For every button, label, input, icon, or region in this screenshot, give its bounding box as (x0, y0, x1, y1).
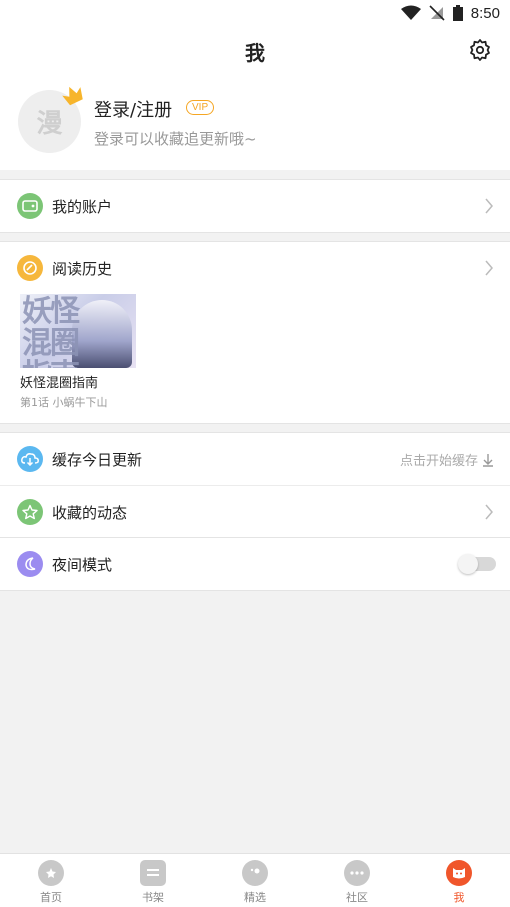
comic-title: 妖怪混圈指南 (20, 376, 99, 391)
status-time: 8:50 (470, 4, 500, 22)
tab-home-label: 首页 (40, 891, 62, 904)
community-icon (344, 860, 370, 886)
favorites-activity-row[interactable]: 收藏的动态 (0, 486, 510, 538)
tab-bookshelf-label: 书架 (142, 891, 164, 904)
bottom-tab-bar: 首页 书架 精选 社区 我 (0, 853, 510, 907)
night-mode-label: 夜间模式 (52, 556, 113, 574)
login-register-link[interactable]: 登录/注册 (94, 96, 172, 122)
night-mode-card: 夜间模式 (0, 537, 510, 591)
account-card: 我的账户 (0, 179, 510, 233)
no-signal-icon (429, 5, 445, 21)
my-account-row[interactable]: 我的账户 (0, 180, 510, 232)
reading-history-label: 阅读历史 (52, 260, 113, 278)
page-title: 我 (245, 41, 265, 65)
favorites-activity-label: 收藏的动态 (52, 504, 128, 522)
cache-favorites-card: 缓存今日更新 点击开始缓存 收藏的动态 (0, 432, 510, 539)
settings-gear-icon[interactable] (468, 38, 492, 62)
star-icon (17, 499, 43, 525)
night-mode-row[interactable]: 夜间模式 (0, 538, 510, 590)
profile-section[interactable]: 漫 登录/注册 VIP 登录可以收藏追更新哦~ (0, 74, 510, 170)
cache-today-row[interactable]: 缓存今日更新 点击开始缓存 (0, 433, 510, 485)
bookshelf-icon (140, 860, 166, 886)
home-icon (38, 860, 64, 886)
tab-community[interactable]: 社区 (306, 854, 408, 907)
cloud-download-icon (17, 446, 43, 472)
my-account-label: 我的账户 (52, 198, 113, 216)
vip-badge: VIP (186, 100, 215, 115)
download-arrow-icon (483, 453, 493, 467)
moon-icon (17, 551, 43, 577)
wallet-icon (17, 193, 43, 219)
battery-icon (452, 5, 463, 21)
me-icon (446, 860, 472, 886)
toggle-knob (458, 554, 478, 574)
chevron-right-icon (485, 198, 493, 214)
tab-me[interactable]: 我 (408, 854, 510, 907)
night-mode-toggle[interactable] (458, 554, 496, 574)
reading-history-row[interactable]: 阅读历史 (0, 242, 510, 294)
start-cache-label: 点击开始缓存 (399, 454, 478, 469)
featured-icon (242, 860, 268, 886)
status-bar: 8:50 (0, 0, 510, 26)
wifi-icon (400, 5, 421, 20)
cache-today-label: 缓存今日更新 (52, 451, 143, 469)
comic-cover-image[interactable]: 妖怪混圈指南 (20, 294, 136, 368)
avatar-placeholder-text: 漫 (36, 109, 63, 139)
comic-progress: 第1话 小蜗牛下山 (20, 396, 108, 409)
history-clock-icon (17, 255, 43, 281)
crown-icon (62, 86, 83, 106)
tab-home[interactable]: 首页 (0, 854, 102, 907)
chevron-right-icon (485, 260, 493, 276)
tab-me-label: 我 (453, 891, 465, 904)
tab-community-label: 社区 (346, 891, 368, 904)
tab-bookshelf[interactable]: 书架 (102, 854, 204, 907)
login-subtitle: 登录可以收藏追更新哦~ (94, 130, 257, 148)
tab-featured-label: 精选 (244, 891, 266, 904)
page-header: 我 (0, 26, 510, 74)
chevron-right-icon (485, 504, 493, 520)
cover-title-art: 妖怪混圈指南 (22, 294, 80, 369)
reading-history-card: 阅读历史 妖怪混圈指南 妖怪混圈指南 第1话 小蜗牛下山 (0, 241, 510, 424)
tab-featured[interactable]: 精选 (204, 854, 306, 907)
start-cache-button[interactable]: 点击开始缓存 (400, 450, 494, 469)
history-comic-item[interactable]: 妖怪混圈指南 妖怪混圈指南 第1话 小蜗牛下山 (20, 294, 136, 410)
